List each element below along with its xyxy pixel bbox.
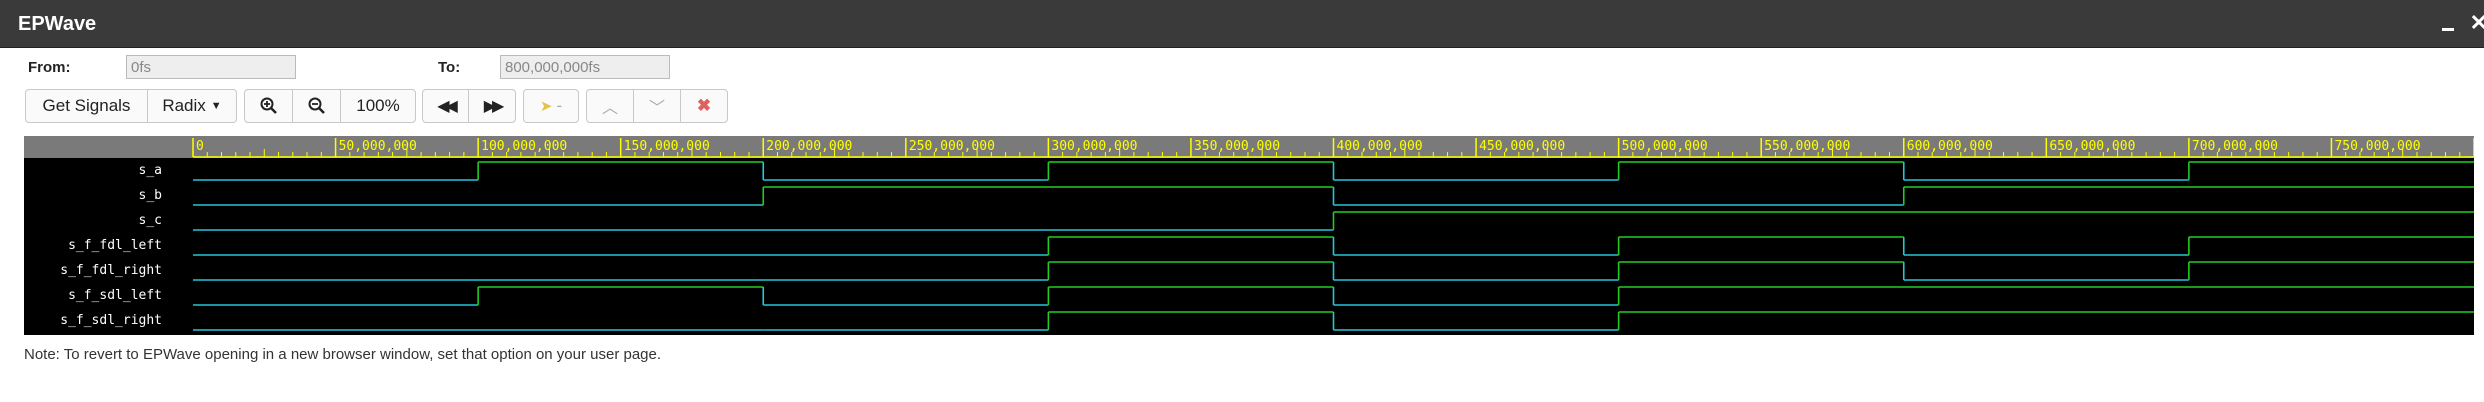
get-signals-button[interactable]: Get Signals: [26, 90, 148, 122]
zoom-out-icon: [308, 97, 325, 114]
time-range: From: 0fs To: 800,000,000fs: [0, 55, 700, 81]
ruler-tick-label: 750,000,000: [2334, 139, 2420, 154]
zoom-in-button[interactable]: [245, 90, 293, 122]
fast-forward-icon: ▶▶: [483, 98, 505, 115]
cursor-label: -: [556, 96, 563, 115]
signals-group: Get Signals Radix ▼: [25, 89, 237, 123]
to-field[interactable]: 800,000,000fs: [500, 55, 670, 79]
previous-edge-button[interactable]: ◀◀: [423, 90, 470, 122]
chevron-down-icon: ﹀: [648, 100, 665, 117]
radix-button[interactable]: Radix ▼: [148, 90, 236, 122]
chevron-up-icon: ︿: [601, 100, 618, 117]
delete-icon: ✖: [696, 96, 712, 115]
waveform-svg: 0 50,000,000 100,000,000 150,000,000 200,000…: [192, 138, 2474, 331]
ruler-tick-label: 150,000,000: [624, 139, 710, 154]
ruler-tick-label: 350,000,000: [1194, 139, 1280, 154]
ruler-tick-label: 550,000,000: [1764, 139, 1850, 154]
note-text: Note: To revert to EPWave opening in a n…: [24, 346, 662, 363]
ruler-tick-label: 500,000,000: [1622, 139, 1708, 154]
ruler-tick-label: 50,000,000: [339, 139, 417, 154]
ruler-tick-label: 200,000,000: [766, 139, 852, 154]
signal-name-list: s_a s_b s_c s_f_fdl_left s_f_fdl_right s_f_sd…: [24, 158, 162, 335]
from-label: From:: [28, 59, 71, 76]
signal-name-s-f-fdl-left[interactable]: s_f_fdl_left: [68, 238, 162, 253]
zoom-group: 100%: [244, 89, 416, 123]
close-icon[interactable]: ✕: [2470, 10, 2484, 36]
delete-marker-button[interactable]: ✖: [681, 90, 727, 122]
ruler-tick-label: 250,000,000: [909, 139, 995, 154]
signal-name-s-c[interactable]: s_c: [139, 213, 162, 228]
minimize-icon[interactable]: [2442, 12, 2454, 31]
ruler-tick-label: 450,000,000: [1479, 139, 1565, 154]
ruler-tick-label: 600,000,000: [1907, 139, 1993, 154]
signal-name-s-f-sdl-left[interactable]: s_f_sdl_left: [68, 288, 162, 303]
title-bar: EPWave ✕: [0, 0, 2484, 48]
window-title: EPWave: [18, 13, 97, 35]
fast-backward-icon: ◀◀: [437, 98, 458, 115]
signal-name-s-b[interactable]: s_b: [139, 188, 162, 203]
signal-name-s-f-sdl-right[interactable]: s_f_sdl_right: [60, 313, 162, 328]
ruler-tick-label: 700,000,000: [2192, 139, 2278, 154]
signal-name-s-f-fdl-right[interactable]: s_f_fdl_right: [60, 263, 162, 278]
previous-marker-button[interactable]: ︿: [587, 90, 634, 122]
cursor-icon: ➤: [539, 98, 553, 115]
ruler-tick-label: 300,000,000: [1051, 139, 1137, 154]
signal-name-s-a[interactable]: s_a: [139, 163, 162, 178]
next-edge-button[interactable]: ▶▶: [469, 90, 515, 122]
from-field[interactable]: 0fs: [126, 55, 296, 79]
ruler-tick-label: 100,000,000: [481, 139, 567, 154]
ruler-tick-label: 400,000,000: [1337, 139, 1423, 154]
caret-down-icon: ▼: [210, 100, 222, 112]
cursor-group: ➤ -: [523, 89, 579, 123]
next-marker-button[interactable]: ﹀: [634, 90, 681, 122]
ruler-tick-label: 650,000,000: [2049, 139, 2135, 154]
marker-group: ︿ ﹀ ✖: [586, 89, 728, 123]
to-label: To:: [438, 59, 461, 76]
radix-label: Radix: [162, 96, 206, 115]
ruler-tick-label: 0: [196, 139, 204, 154]
zoom-in-icon: [260, 97, 277, 114]
zoom-level[interactable]: 100%: [341, 90, 415, 122]
navigate-group: ◀◀ ▶▶: [422, 89, 516, 123]
zoom-out-button[interactable]: [293, 90, 341, 122]
cursor-button[interactable]: ➤ -: [524, 90, 578, 122]
